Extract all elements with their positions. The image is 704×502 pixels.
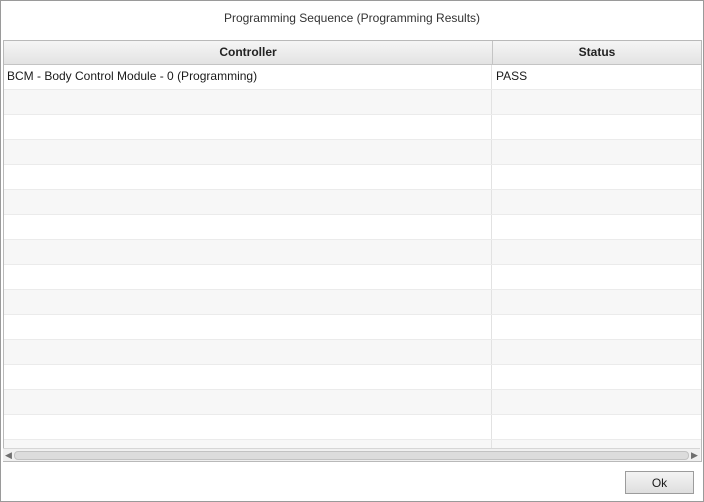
cell-controller [4,265,492,289]
cell-status [493,215,700,239]
chevron-left-icon[interactable]: ◀ [3,449,14,461]
chevron-right-icon[interactable]: ▶ [689,449,700,461]
cell-controller [4,215,492,239]
table-row[interactable] [4,265,701,290]
cell-controller [4,190,492,214]
cell-controller [4,315,492,339]
cell-controller [4,115,492,139]
cell-controller [4,240,492,264]
cell-status [493,265,700,289]
scrollbar-thumb[interactable] [14,451,689,460]
table-row[interactable] [4,215,701,240]
table-row[interactable] [4,415,701,440]
table-row[interactable] [4,340,701,365]
horizontal-scrollbar[interactable]: ◀ ▶ [3,448,700,461]
cell-status [493,115,700,139]
table-row[interactable] [4,190,701,215]
table-row[interactable] [4,115,701,140]
cell-status: PASS [496,69,528,83]
cell-status [493,290,700,314]
cell-status [493,140,700,164]
cell-controller: BCM - Body Control Module - 0 (Programmi… [4,65,492,89]
ok-button[interactable]: Ok [625,471,694,494]
results-table: Controller Status BCM - Body Control Mod… [3,40,702,462]
table-row[interactable] [4,290,701,315]
column-header-controller[interactable]: Controller [4,41,493,64]
table-header: Controller Status [4,41,701,65]
cell-controller [4,340,492,364]
cell-controller [4,390,492,414]
cell-controller [4,140,492,164]
table-row[interactable] [4,90,701,115]
table-body: BCM - Body Control Module - 0 (Programmi… [4,65,701,461]
cell-status [493,390,700,414]
table-row[interactable] [4,140,701,165]
cell-status [493,165,700,189]
table-row[interactable] [4,240,701,265]
table-row[interactable]: BCM - Body Control Module - 0 (Programmi… [4,65,701,90]
cell-status [493,415,700,439]
cell-controller [4,365,492,389]
cell-controller [4,290,492,314]
cell-controller [4,90,492,114]
table-row[interactable] [4,390,701,415]
cell-controller [4,165,492,189]
cell-controller [4,415,492,439]
table-row[interactable] [4,365,701,390]
cell-status [493,340,700,364]
cell-status [493,315,700,339]
cell-status [493,240,700,264]
cell-status [493,190,700,214]
column-header-status[interactable]: Status [493,41,701,64]
dialog-title: Programming Sequence (Programming Result… [223,11,481,25]
results-dialog: Programming Sequence (Programming Result… [0,0,704,502]
cell-status [493,90,700,114]
table-row[interactable] [4,315,701,340]
table-row[interactable] [4,165,701,190]
cell-status [493,365,700,389]
